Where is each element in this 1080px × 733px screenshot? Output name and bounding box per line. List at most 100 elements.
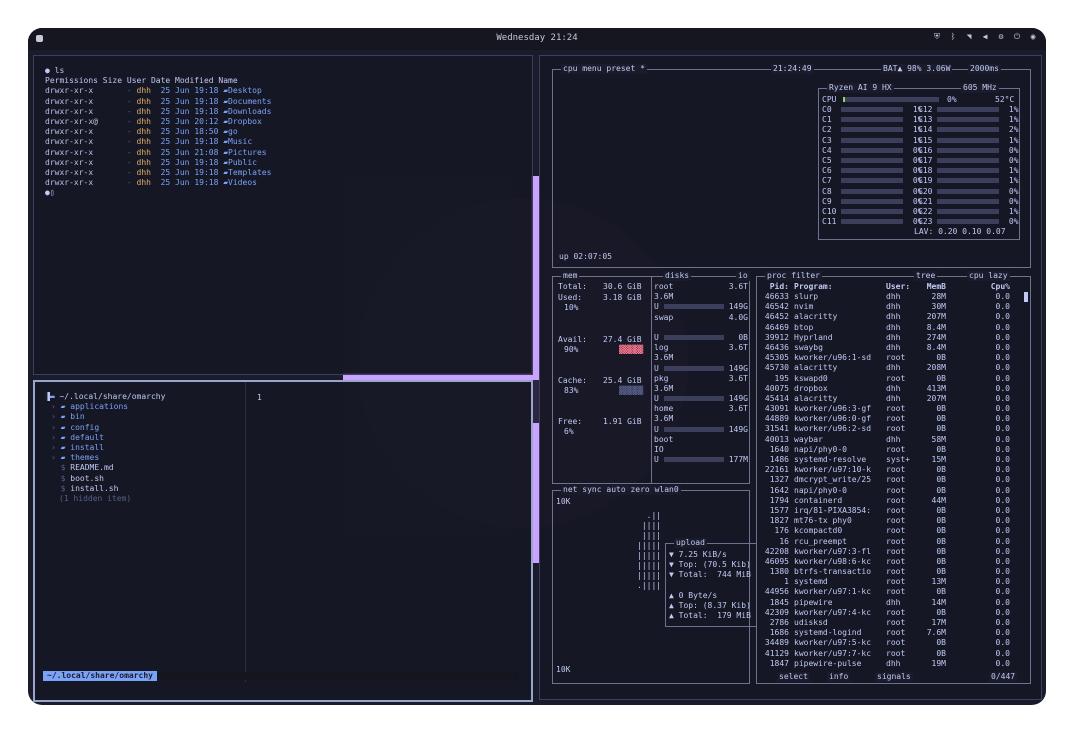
list-item[interactable]: $ install.sh: [45, 484, 165, 494]
core-label: C3: [822, 135, 842, 145]
proc-table-header: Pid: Program: User: MemB Cpu%: [757, 282, 1025, 292]
proc-cell: root: [886, 485, 906, 495]
proc-footer-select[interactable]: select: [777, 672, 810, 683]
cpu-core-row: C20 0%: [918, 187, 1019, 197]
tab-preset[interactable]: preset: [606, 64, 635, 73]
proc-filter[interactable]: filter: [791, 271, 820, 280]
disks-title[interactable]: disks: [663, 271, 692, 282]
mem-title[interactable]: mem: [561, 271, 580, 281]
list-item[interactable]: › ▰ themes: [45, 453, 165, 463]
file-manager-window[interactable]: ▌▬ ~/.local/share/omarchy › ▰ applicatio…: [33, 380, 533, 702]
proc-cell: 44M: [931, 495, 946, 505]
proc-cell: 0.0: [995, 322, 1010, 332]
proc-cell: 1577: [769, 505, 789, 515]
item-name: themes: [70, 453, 100, 463]
ls-name[interactable]: Desktop: [228, 86, 262, 95]
ls-name[interactable]: Dropbox: [228, 117, 262, 126]
disk-used-value: 149G: [728, 424, 748, 434]
list-item[interactable]: › ▰ config: [45, 423, 165, 433]
cpu-core-row: C0 1%: [822, 105, 923, 115]
proc-cell: root: [886, 495, 906, 505]
ls-name[interactable]: Pictures: [228, 148, 267, 157]
power-icon[interactable]: ⏻: [1012, 32, 1022, 42]
list-item[interactable]: › ▰ install: [45, 443, 165, 453]
tab-menu[interactable]: menu: [582, 64, 601, 73]
ls-name[interactable]: Public: [228, 158, 257, 167]
tab-cpu[interactable]: cpu: [563, 64, 577, 73]
proc-cell: 39912: [764, 332, 789, 342]
proc-cell: slurp: [794, 292, 819, 301]
proc-cell: waybar: [794, 434, 823, 444]
ls-name[interactable]: Downloads: [228, 107, 271, 116]
ls-size: -: [102, 147, 137, 157]
disk-meter: [663, 457, 724, 463]
ls-user: dhh: [136, 178, 156, 188]
proc-sort[interactable]: cpu lazy: [967, 271, 1010, 282]
core-label: C14: [918, 125, 938, 135]
table-row: 31541 kworker/u96:2-sd root 0B 0.0: [757, 424, 1025, 434]
core-meter: [841, 147, 904, 153]
mem-box: mem disks io Total: 30.6 GiB Used: 3.18 …: [552, 271, 750, 484]
settings-icon[interactable]: ⚙: [996, 32, 1006, 42]
table-row: 1 systemd root 13M 0.0: [757, 577, 1025, 587]
proc-cell: 0B: [936, 607, 946, 617]
net-auto[interactable]: auto: [606, 485, 625, 494]
file-icon: $: [51, 483, 71, 493]
net-zero[interactable]: zero: [630, 485, 649, 494]
clock[interactable]: Wednesday 21:24: [28, 33, 1046, 43]
net-title[interactable]: net: [563, 485, 577, 494]
ls-user: dhh: [136, 116, 156, 126]
wifi-icon[interactable]: ◥: [964, 32, 974, 42]
core-label: C20: [918, 186, 938, 196]
volume-icon[interactable]: ◀: [980, 32, 990, 42]
cursor[interactable]: ▯: [50, 188, 55, 197]
ls-name[interactable]: Videos: [228, 178, 257, 187]
proc-footer-info[interactable]: info: [827, 672, 851, 683]
table-row: 46542 nvim dhh 30M 0.0: [757, 302, 1025, 312]
ls-name[interactable]: Documents: [228, 97, 271, 106]
cpu-core-row: C5 0%: [822, 156, 923, 166]
ls-name[interactable]: Templates: [228, 168, 271, 177]
upload-top: ▼ Top: (70.5 Kib): [669, 560, 751, 569]
proc-cell: btrfs-transactio: [794, 567, 872, 577]
menu-icon[interactable]: ◉: [1028, 32, 1038, 42]
proc-tree[interactable]: tree: [914, 271, 938, 282]
proc-cell: 8.4M: [926, 322, 946, 332]
core-value: 0%: [999, 186, 1019, 196]
ls-size: -: [102, 116, 137, 126]
proc-footer-signals[interactable]: signals: [875, 672, 913, 683]
proc-cell: kworker/u97:5-kc: [794, 638, 872, 648]
net-sync[interactable]: sync: [582, 485, 601, 494]
proc-cell: 15M: [931, 455, 946, 464]
table-row: 42208 kworker/u97:3-fl root 0B 0.0: [757, 547, 1025, 557]
shield-icon[interactable]: ⛨: [932, 32, 942, 42]
io-toggle[interactable]: io: [736, 271, 750, 282]
proc-cell: dhh: [886, 312, 901, 322]
cpu-core-row: C10 0%: [822, 207, 923, 217]
list-item[interactable]: $ README.md: [45, 463, 165, 473]
bluetooth-icon[interactable]: ᛒ: [948, 32, 958, 42]
ls-list: drwxr-xr-x - dhh 25 Jun 19:18 ▰Desktop dr…: [45, 86, 271, 188]
proc-title[interactable]: proc: [767, 271, 786, 280]
ls-permissions: drwxr-xr-x: [45, 157, 103, 167]
terminal-window[interactable]: ● ls Permissions Size User Date Modified…: [33, 55, 533, 375]
list-item[interactable]: › ▰ default: [45, 433, 165, 443]
ls-name[interactable]: Music: [228, 137, 252, 146]
proc-cell: 0B: [936, 567, 946, 577]
list-item[interactable]: $ boot.sh: [45, 474, 165, 484]
btop-window[interactable]: cpu menu preset * 21:24:49 BAT▲ 98% 3.06…: [539, 55, 1042, 700]
cpu-core-row: C4 0%: [822, 146, 923, 156]
list-item[interactable]: › ▰ applications: [45, 402, 165, 412]
cpu-total-label: CPU: [822, 95, 837, 104]
refresh-rate[interactable]: 2000ms: [968, 64, 1001, 75]
ls-name[interactable]: go: [228, 127, 238, 136]
net-interface[interactable]: wlan0: [655, 485, 679, 494]
list-item[interactable]: › ▰ bin: [45, 412, 165, 422]
proc-cell: 14M: [931, 597, 946, 607]
proc-cell: 0.0: [995, 597, 1010, 607]
table-row: 40075 dropbox dhh 413M 0.0: [757, 384, 1025, 394]
core-label: C10: [822, 206, 842, 216]
proc-cell: 0.0: [995, 302, 1010, 312]
proc-scrollbar[interactable]: [1024, 292, 1028, 302]
cpu-core-row: C11 0%: [822, 217, 923, 227]
